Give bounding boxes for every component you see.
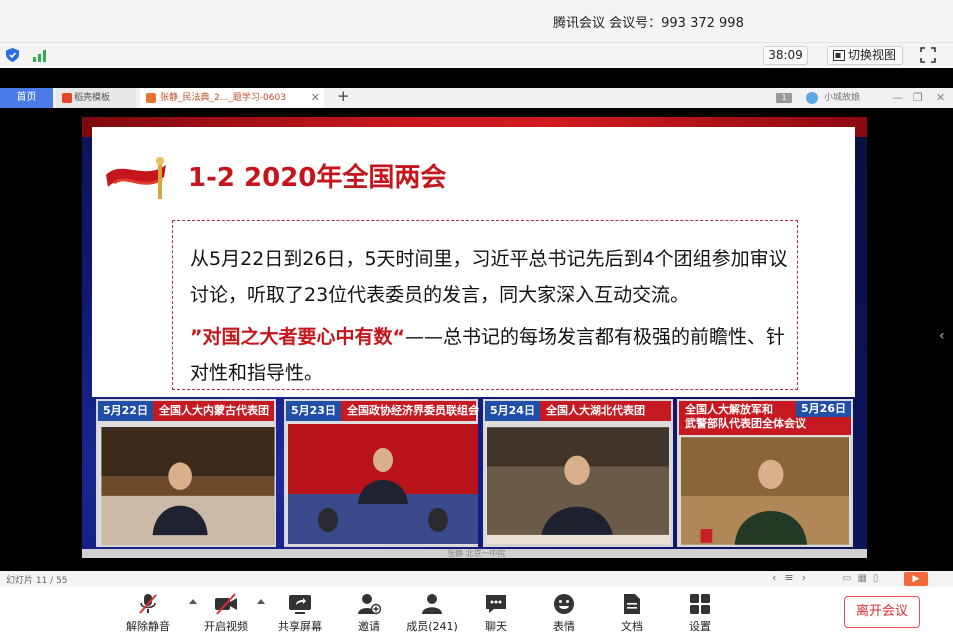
- photo-panel: 5月22日 全国人大内蒙古代表团: [96, 399, 276, 547]
- wps-tab-label: 张静_民法典_2..._题学习-0603: [160, 93, 286, 103]
- switch-view-label: 切换视图: [848, 48, 897, 62]
- meeting-status-bar: 38:09 切换视图: [0, 42, 953, 67]
- meeting-title-bar: 腾讯会议 会议号：993 372 998: [0, 0, 953, 42]
- panel-date: 5月22日: [98, 401, 153, 421]
- slide-counter: 幻灯片 11 / 55: [6, 576, 68, 586]
- members-icon: [422, 594, 442, 614]
- panel-caption: 全国人大内蒙古代表团: [158, 404, 269, 417]
- red-flag-icon: [106, 157, 166, 199]
- toolbar-label: 聊天: [485, 620, 507, 633]
- wps-tab-bar: 首页 稻壳模板 张静_民法典_2..._题学习-0603 ✕ + 1 小城故娘 …: [0, 87, 953, 108]
- panel-header: 5月23日 全国政协经济界委员联组会: [286, 401, 479, 421]
- security-shield-icon[interactable]: [6, 48, 19, 62]
- meeting-photo: [487, 427, 669, 545]
- mic-muted-icon: [139, 594, 157, 614]
- wps-tab-presentation[interactable]: 张静_民法典_2..._题学习-0603 ✕: [140, 88, 324, 108]
- panel-header: 全国人大解放军和 武警部队代表团全体会议 5月26日: [679, 401, 851, 435]
- unmute-button[interactable]: 解除静音: [118, 591, 178, 635]
- invite-icon: [358, 594, 381, 615]
- panel-header: 5月24日 全国人大湖北代表团: [485, 401, 671, 421]
- fullscreen-icon[interactable]: [920, 47, 936, 63]
- photo-panel: 全国人大解放军和 武警部队代表团全体会议 5月26日: [677, 399, 853, 547]
- chat-button[interactable]: 聊天: [466, 591, 526, 635]
- toolbar-label: 表情: [553, 620, 575, 633]
- panel-caption: 全国人大湖北代表团: [545, 404, 645, 417]
- close-tab-icon[interactable]: ✕: [311, 88, 320, 108]
- slide-paragraph-2: ”对国之大者要心中有数“——总书记的每场发言都有极强的前瞻性、针对性和指导性。: [190, 319, 790, 391]
- start-video-button[interactable]: 开启视频: [196, 591, 256, 635]
- settings-button[interactable]: 设置: [670, 591, 730, 635]
- leave-meeting-button[interactable]: 离开会议: [844, 596, 920, 628]
- document-icon: [624, 594, 640, 614]
- emoji-button[interactable]: 表情: [534, 591, 594, 635]
- switch-view-button[interactable]: 切换视图: [827, 46, 903, 65]
- document-button[interactable]: 文档: [602, 591, 662, 635]
- user-name[interactable]: 小城故娘: [824, 88, 860, 108]
- emoji-icon: [554, 594, 574, 614]
- slide-title: 1-2 2020年全国两会: [188, 163, 447, 193]
- chevron-left-icon[interactable]: ‹: [939, 328, 945, 344]
- avatar[interactable]: [806, 92, 818, 104]
- photo-panel: 5月23日 全国政协经济界委员联组会: [284, 399, 479, 547]
- slide-paragraph-1: 从5月22日到26日，5天时间里，习近平总书记先后到4个团组参加审议讨论，听取了…: [190, 248, 788, 306]
- emphasis-quote: ”对国之大者要心中有数“: [190, 326, 405, 348]
- slide-text-box: 从5月22日到26日，5天时间里，习近平总书记先后到4个团组参加审议讨论，听取了…: [172, 220, 798, 390]
- new-tab-icon[interactable]: +: [337, 87, 350, 105]
- presentation-file-icon: [146, 93, 156, 103]
- settings-icon: [690, 594, 710, 614]
- wps-home-tab[interactable]: 首页: [0, 88, 53, 108]
- panel-date: 5月24日: [485, 401, 540, 421]
- photo-panel: 5月24日 全国人大湖北代表团: [483, 399, 673, 547]
- panel-date: 5月26日: [796, 401, 851, 417]
- minimize-icon[interactable]: —: [892, 88, 903, 108]
- meeting-toolbar: 解除静音 开启视频 共享屏幕 邀请 成员(241) 聊天 表情 文档 设置 离开…: [0, 587, 953, 637]
- slide-navigation[interactable]: ‹≡›: [772, 571, 814, 584]
- share-screen-button[interactable]: 共享屏幕: [270, 591, 330, 635]
- meeting-title: 腾讯会议 会议号：993 372 998: [553, 16, 744, 31]
- panel-date: 5月23日: [286, 401, 341, 421]
- wps-tab-label: 稻壳模板: [74, 93, 111, 103]
- toolbar-label: 解除静音: [126, 620, 170, 633]
- view-mode-icons[interactable]: ▭▦▯: [842, 573, 884, 584]
- meeting-timer: 38:09: [763, 46, 808, 65]
- slide-bottom-strip: 张静 北京一中院: [82, 549, 867, 558]
- meeting-photo: [101, 427, 275, 545]
- toolbar-label: 共享屏幕: [278, 620, 322, 633]
- toolbar-label: 成员(241): [406, 620, 458, 633]
- chat-icon: [486, 595, 506, 613]
- presentation-slide: 1-2 2020年全国两会 从5月22日到26日，5天时间里，习近平总书记先后到…: [82, 117, 867, 558]
- caret-up-icon[interactable]: [257, 599, 265, 604]
- toolbar-label: 设置: [689, 620, 711, 633]
- toolbar-label: 邀请: [358, 620, 380, 633]
- meeting-photo: [681, 437, 849, 545]
- photo-panels: 5月22日 全国人大内蒙古代表团 5月23日 全国政协经济界委员联组会 5月24…: [82, 399, 867, 549]
- members-button[interactable]: 成员(241): [402, 591, 462, 635]
- slide-content-area: 1-2 2020年全国两会 从5月22日到26日，5天时间里，习近平总书记先后到…: [92, 127, 855, 397]
- wps-tab-template[interactable]: 稻壳模板: [56, 88, 136, 108]
- window-count-badge[interactable]: 1: [776, 93, 792, 103]
- wps-status-bar: 幻灯片 11 / 55 ‹≡› ▭▦▯ ▶: [0, 571, 953, 587]
- slide-footer-caption: 张静 北京一中院: [447, 549, 506, 558]
- shared-screen: 首页 稻壳模板 张静_民法典_2..._题学习-0603 ✕ + 1 小城故娘 …: [0, 68, 953, 587]
- panel-caption-line1: 全国人大解放军和: [685, 403, 773, 416]
- share-screen-icon: [289, 595, 311, 614]
- meeting-photo: [288, 424, 478, 544]
- restore-icon[interactable]: ❐: [913, 88, 923, 108]
- play-slideshow-icon[interactable]: ▶: [904, 572, 928, 586]
- camera-off-icon: [215, 593, 237, 615]
- toolbar-label: 文档: [621, 620, 643, 633]
- switch-view-icon: [833, 50, 845, 61]
- close-window-icon[interactable]: ✕: [936, 88, 945, 108]
- network-signal-icon[interactable]: [33, 49, 49, 62]
- panel-caption: 全国政协经济界委员联组会: [346, 404, 479, 417]
- invite-button[interactable]: 邀请: [339, 591, 399, 635]
- docer-logo-icon: [62, 93, 72, 103]
- toolbar-label: 开启视频: [204, 620, 248, 633]
- panel-header: 5月22日 全国人大内蒙古代表团: [98, 401, 274, 421]
- panel-caption-line2: 武警部队代表团全体会议: [685, 417, 806, 430]
